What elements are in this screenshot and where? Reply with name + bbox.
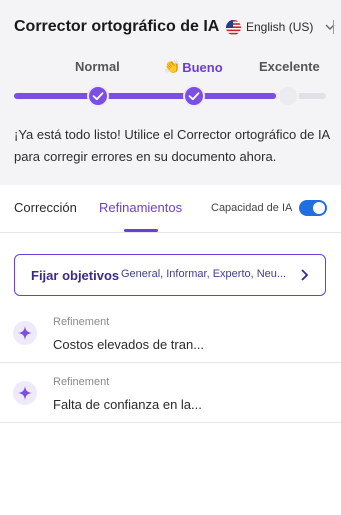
refinement-kind: Refinement: [53, 316, 110, 328]
level-normal-knob[interactable]: [87, 85, 109, 107]
tab-correccion[interactable]: Corrección: [14, 200, 77, 215]
check-icon: [92, 92, 104, 101]
level-progress-fill: [14, 93, 277, 99]
chevron-right-icon: [301, 269, 309, 281]
language-label: English (US): [246, 20, 314, 34]
refinement-kind: Refinement: [53, 376, 110, 388]
set-goals-label: Fijar objetivos: [31, 268, 120, 283]
tab-refinamientos[interactable]: Refinamientos: [99, 200, 182, 215]
refinement-item[interactable]: Refinement Costos elevados de tran...: [0, 302, 341, 363]
tab-bar: Corrección Refinamientos Capacidad de IA: [0, 185, 341, 233]
refinement-item[interactable]: Refinement Falta de confianza en la...: [0, 362, 341, 423]
sparkle-icon: [13, 321, 37, 345]
active-tab-indicator: [124, 229, 158, 232]
header-panel: Corrector ortográfico de IA English (US)…: [0, 0, 341, 185]
sparkle-icon: [13, 381, 37, 405]
clapping-icon: 👏: [164, 59, 181, 74]
goals-summary: General, Informar, Experto, Neu...: [121, 268, 287, 280]
refinement-text: Costos elevados de tran...: [53, 337, 205, 352]
level-bueno-knob[interactable]: [183, 85, 205, 107]
ai-capability-toggle[interactable]: [299, 200, 327, 216]
ai-capability-label: Capacidad de IA: [211, 202, 293, 214]
refinement-text: Falta de confianza en la...: [53, 397, 202, 412]
level-bueno[interactable]: 👏 Bueno: [164, 59, 223, 75]
level-bueno-label: Bueno: [182, 59, 223, 75]
language-selector[interactable]: English (US): [226, 17, 336, 37]
level-excelente[interactable]: Excelente: [259, 59, 320, 74]
level-normal[interactable]: Normal: [75, 59, 120, 74]
us-flag-icon: [226, 19, 241, 35]
divider: [333, 20, 341, 34]
status-message: ¡Ya está todo listo! Utilice el Correcto…: [14, 127, 330, 164]
set-goals-button[interactable]: Fijar objetivos General, Informar, Exper…: [14, 254, 326, 296]
check-icon: [188, 92, 200, 101]
level-excelente-knob[interactable]: [277, 85, 299, 107]
level-progress-track: [14, 85, 326, 107]
app-title: Corrector ortográfico de IA: [14, 18, 220, 35]
